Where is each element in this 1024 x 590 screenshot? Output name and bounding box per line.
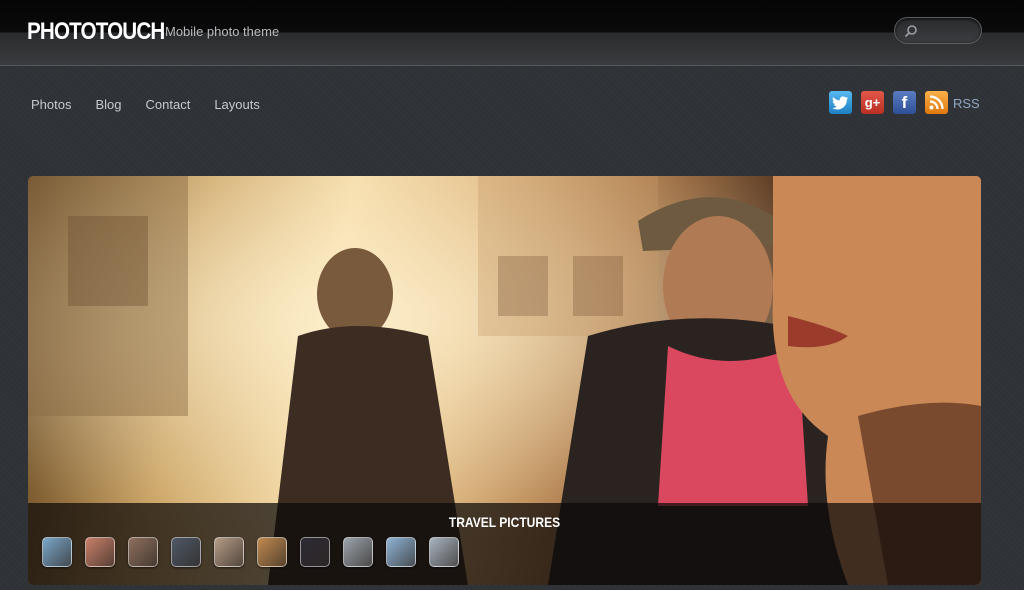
- rss-link[interactable]: RSS: [953, 96, 980, 111]
- nav-item-contact[interactable]: Contact: [146, 97, 191, 112]
- facebook-icon[interactable]: f: [893, 91, 916, 114]
- rss-icon[interactable]: [925, 91, 948, 114]
- nav-item-layouts[interactable]: Layouts: [214, 97, 260, 112]
- google-plus-icon[interactable]: g+: [861, 91, 884, 114]
- thumbnail[interactable]: [214, 537, 244, 567]
- thumbnail[interactable]: [128, 537, 158, 567]
- thumbnail[interactable]: [171, 537, 201, 567]
- nav-item-blog[interactable]: Blog: [95, 97, 121, 112]
- thumbnail[interactable]: [343, 537, 373, 567]
- photo-slider[interactable]: TRAVEL PICTURES: [28, 176, 981, 585]
- thumbnail[interactable]: [429, 537, 459, 567]
- top-bar: PHOTOTOUCH Mobile photo theme: [0, 0, 1024, 66]
- thumbnail[interactable]: [85, 537, 115, 567]
- search-icon: [904, 25, 917, 38]
- thumbnail[interactable]: [386, 537, 416, 567]
- slide-caption-title: TRAVEL PICTURES: [448, 514, 561, 530]
- nav-item-photos[interactable]: Photos: [31, 97, 71, 112]
- social-links: g+ f RSS: [829, 91, 980, 114]
- thumbnail[interactable]: [300, 537, 330, 567]
- site-logo[interactable]: PHOTOTOUCH: [27, 18, 165, 46]
- thumbnail[interactable]: [257, 537, 287, 567]
- thumbnail-strip: [42, 537, 459, 567]
- search-input[interactable]: [921, 22, 976, 40]
- search-box[interactable]: [894, 17, 982, 44]
- main-nav: Photos Blog Contact Layouts: [31, 97, 260, 112]
- slide-caption-bar: TRAVEL PICTURES: [28, 503, 981, 585]
- thumbnail[interactable]: [42, 537, 72, 567]
- site-tagline: Mobile photo theme: [165, 24, 280, 39]
- twitter-icon[interactable]: [829, 91, 852, 114]
